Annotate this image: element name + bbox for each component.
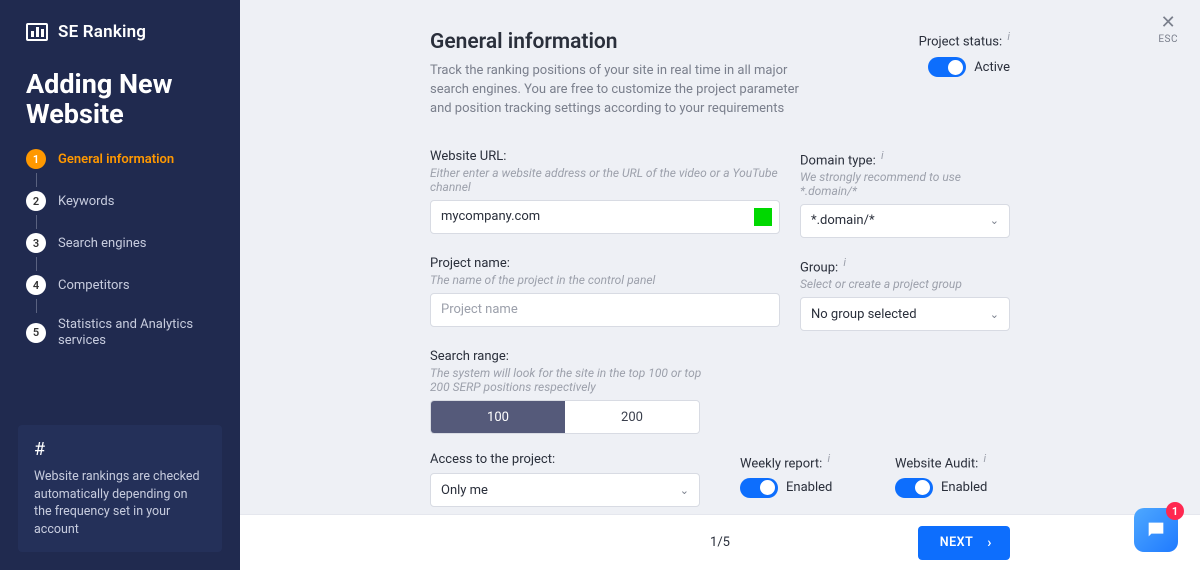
access-label: Access to the project:: [430, 452, 700, 467]
step-label: Statistics and Analytics services: [58, 317, 214, 348]
page-title: Adding New Website: [0, 42, 240, 149]
domain-type-hint: We strongly recommend to use *.domain/*: [800, 170, 1010, 198]
chat-icon: [1145, 519, 1167, 541]
project-name-label: Project name:: [430, 256, 780, 271]
form-content: General information Track the ranking po…: [240, 0, 1200, 514]
hash-icon: #: [34, 439, 206, 460]
sidebar: SE Ranking Adding New Website 1 General …: [0, 0, 240, 570]
step-label: General information: [58, 152, 174, 168]
step-connector: [36, 173, 37, 187]
project-name-input[interactable]: [430, 293, 780, 327]
project-status-toggle[interactable]: [928, 57, 966, 77]
weekly-report-label: Weekly report: i: [740, 452, 855, 471]
project-name-hint: The name of the project in the control p…: [430, 273, 780, 287]
close-button[interactable]: ✕ ESC: [1158, 14, 1178, 45]
footer-bar: 1/5 NEXT ›: [240, 514, 1200, 570]
step-label: Search engines: [58, 236, 146, 252]
info-icon[interactable]: i: [843, 256, 846, 269]
close-label: ESC: [1158, 34, 1178, 45]
step-number: 2: [26, 191, 46, 211]
search-range-200[interactable]: 200: [565, 401, 699, 433]
close-icon: ✕: [1158, 14, 1178, 32]
step-search-engines[interactable]: 3 Search engines: [26, 233, 214, 253]
group-label: Group: i: [800, 256, 1010, 275]
step-keywords[interactable]: 2 Keywords: [26, 191, 214, 211]
step-statistics[interactable]: 5 Statistics and Analytics services: [26, 317, 214, 348]
main-panel: ✕ ESC General information Track the rank…: [240, 0, 1200, 570]
domain-type-label: Domain type: i: [800, 149, 1010, 168]
url-hint: Either enter a website address or the UR…: [430, 166, 780, 194]
chevron-down-icon: ⌄: [680, 484, 689, 497]
info-icon[interactable]: i: [983, 452, 986, 465]
tip-text: Website rankings are checked automatical…: [34, 468, 206, 538]
section-description: Track the ranking positions of your site…: [430, 62, 800, 119]
project-status-value: Active: [974, 60, 1010, 75]
step-number: 4: [26, 275, 46, 295]
project-status-label: Project status: i: [919, 30, 1010, 49]
weekly-report-value: Enabled: [786, 480, 832, 495]
search-range-segment: 100 200: [430, 400, 700, 434]
search-range-100[interactable]: 100: [431, 401, 565, 433]
step-number: 5: [26, 323, 46, 343]
wizard-steps: 1 General information 2 Keywords 3 Searc…: [0, 149, 240, 348]
tip-box: # Website rankings are checked automatic…: [18, 425, 222, 552]
step-general-information[interactable]: 1 General information: [26, 149, 214, 169]
step-label: Keywords: [58, 194, 114, 210]
access-select[interactable]: Only me ⌄: [430, 473, 700, 507]
weekly-report-toggle[interactable]: [740, 478, 778, 498]
info-icon[interactable]: i: [828, 452, 831, 465]
next-button[interactable]: NEXT ›: [918, 526, 1010, 560]
search-range-label: Search range:: [430, 349, 1010, 364]
step-connector: [36, 215, 37, 229]
group-select[interactable]: No group selected ⌄: [800, 297, 1010, 331]
wizard-progress: 1/5: [710, 535, 730, 550]
chat-badge: 1: [1166, 502, 1184, 520]
arrow-right-icon: ›: [987, 535, 992, 551]
step-number: 3: [26, 233, 46, 253]
website-audit-label: Website Audit: i: [895, 452, 1010, 471]
section-heading: General information: [430, 30, 800, 54]
step-competitors[interactable]: 4 Competitors: [26, 275, 214, 295]
website-audit-value: Enabled: [941, 480, 987, 495]
website-audit-toggle[interactable]: [895, 478, 933, 498]
step-connector: [36, 257, 37, 271]
website-url-input[interactable]: [430, 200, 780, 234]
group-hint: Select or create a project group: [800, 277, 1010, 291]
url-label: Website URL:: [430, 149, 780, 164]
brand-logo: SE Ranking: [0, 22, 240, 42]
chat-widget[interactable]: 1: [1134, 508, 1178, 552]
bar-chart-icon: [26, 23, 48, 41]
info-icon[interactable]: i: [1007, 30, 1010, 43]
chevron-down-icon: ⌄: [990, 308, 999, 321]
step-connector: [36, 299, 37, 313]
chevron-down-icon: ⌄: [990, 214, 999, 227]
info-icon[interactable]: i: [881, 149, 884, 162]
domain-type-select[interactable]: *.domain/* ⌄: [800, 204, 1010, 238]
step-number: 1: [26, 149, 46, 169]
step-label: Competitors: [58, 278, 130, 294]
brand-name: SE Ranking: [58, 22, 146, 42]
search-range-hint: The system will look for the site in the…: [430, 366, 710, 394]
favicon-icon: [754, 208, 772, 226]
